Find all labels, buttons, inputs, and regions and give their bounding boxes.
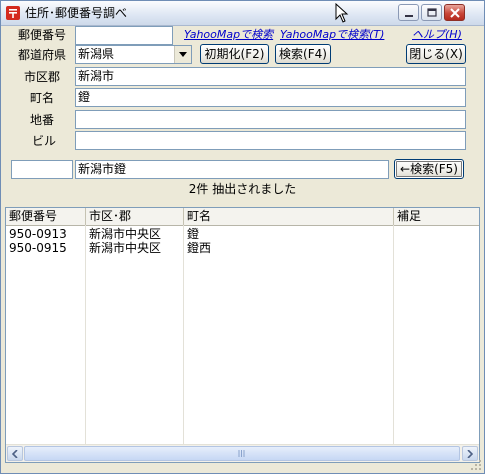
town-input[interactable]: 鐙 [75, 88, 466, 107]
window-title: 住所･郵便番号調べ [25, 6, 128, 20]
yahoo-map-search-t-link[interactable]: YahooMapで検索(T) [280, 28, 384, 42]
postal-code-label: 郵便番号 [18, 28, 67, 42]
initialize-button[interactable]: 初期化(F2) [200, 44, 269, 64]
close-button[interactable]: 閉じる(X) [406, 44, 466, 64]
column-divider [85, 225, 86, 445]
row-town: 鐙 [187, 227, 200, 241]
city-input[interactable]: 新潟市 [75, 67, 466, 86]
close-window-button[interactable] [444, 4, 465, 21]
minimize-button[interactable] [398, 4, 419, 21]
restore-icon [427, 8, 437, 17]
city-label: 市区郡 [24, 70, 61, 84]
column-header-town[interactable]: 町名 [184, 208, 394, 225]
column-header-note[interactable]: 補足 [394, 208, 479, 225]
address-lookup-window: 住所･郵便番号調べ 郵便番号 YahooMapで検索 YahooMapで検索(T… [0, 0, 485, 474]
grip-icon [238, 450, 245, 457]
building-input[interactable] [75, 131, 466, 150]
search-prefix-input[interactable] [11, 160, 73, 179]
chevron-left-icon [12, 450, 18, 458]
column-divider [393, 225, 394, 445]
mouse-pointer-icon [335, 3, 349, 23]
minimize-icon [405, 15, 413, 17]
column-header-city[interactable]: 市区･郡 [86, 208, 184, 225]
row-note [394, 227, 397, 241]
results-header: 郵便番号 市区･郡 町名 補足 [6, 208, 479, 226]
search-query-input[interactable]: 新潟市鐙 [75, 160, 389, 179]
reverse-search-button[interactable]: ←検索(F5) [394, 159, 464, 179]
help-link[interactable]: ヘルプ(H) [412, 28, 462, 42]
chevron-down-icon [179, 52, 187, 57]
block-number-label: 地番 [30, 113, 55, 127]
table-row[interactable]: 950-0913 新潟市中央区 鐙 [6, 227, 479, 241]
close-icon [450, 8, 460, 18]
postal-code-input[interactable] [75, 26, 173, 45]
row-city: 新潟市中央区 [89, 241, 162, 255]
building-label: ビル [32, 134, 57, 148]
column-header-postal[interactable]: 郵便番号 [6, 208, 86, 225]
yahoo-map-search-link[interactable]: YahooMapで検索 [184, 28, 273, 42]
scroll-left-button[interactable] [7, 446, 23, 461]
row-note [394, 241, 397, 255]
result-count-status: 2件 抽出されました [188, 182, 297, 196]
prefecture-select[interactable]: 新潟県 [75, 45, 192, 64]
chevron-right-icon [467, 450, 473, 458]
scrollbar-thumb[interactable] [24, 446, 460, 461]
row-town: 鐙西 [187, 241, 212, 255]
resize-grip-icon[interactable] [470, 459, 482, 471]
row-city: 新潟市中央区 [89, 227, 162, 241]
block-number-input[interactable] [75, 110, 466, 129]
search-button[interactable]: 検索(F4) [275, 44, 331, 64]
column-divider [183, 225, 184, 445]
dropdown-arrow[interactable] [174, 46, 191, 63]
town-label: 町名 [30, 91, 55, 105]
horizontal-scrollbar[interactable] [6, 444, 479, 462]
row-postal-code: 950-0913 [9, 227, 67, 241]
results-list[interactable]: 郵便番号 市区･郡 町名 補足 950-0913 新潟市中央区 鐙 950-09… [5, 207, 480, 463]
maximize-button[interactable] [421, 4, 442, 21]
prefecture-selected-value: 新潟県 [78, 47, 115, 61]
table-row[interactable]: 950-0915 新潟市中央区 鐙西 [6, 241, 479, 255]
row-postal-code: 950-0915 [9, 241, 67, 255]
title-bar[interactable]: 住所･郵便番号調べ [1, 1, 484, 26]
postal-mark-icon [6, 6, 20, 20]
prefecture-label: 都道府県 [18, 48, 67, 62]
